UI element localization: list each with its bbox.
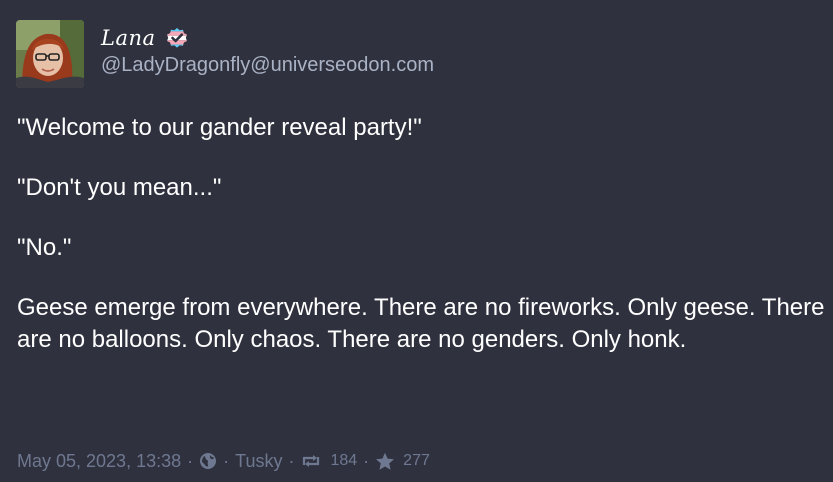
boost-count: 184	[330, 452, 358, 469]
trans-flag-verified-icon	[166, 27, 188, 49]
separator: ·	[363, 450, 370, 471]
favourite-count: 277	[403, 452, 430, 469]
post-header: Lana @LadyDragonfly@universeodon.com	[16, 20, 434, 90]
post-paragraph: Geese emerge from everywhere. There are …	[17, 294, 825, 353]
post-paragraph: "No."	[17, 234, 72, 261]
boost-icon[interactable]	[300, 453, 322, 469]
timestamp[interactable]: May 05, 2023, 13:38	[17, 451, 181, 472]
post-meta: May 05, 2023, 13:38 · · Tusky · 184 · 27…	[17, 448, 430, 474]
separator: ·	[187, 450, 194, 471]
avatar-image	[16, 20, 84, 88]
display-name[interactable]: Lana	[101, 26, 156, 50]
separator: ·	[288, 450, 295, 471]
author-names: Lana @LadyDragonfly@universeodon.com	[101, 20, 434, 77]
post-content: "Welcome to our gander reveal party!" "D…	[17, 112, 827, 356]
post-card: Lana @LadyDragonfly@universeodon.com "We…	[0, 0, 833, 482]
avatar[interactable]	[16, 20, 84, 88]
display-name-row: Lana	[101, 20, 434, 56]
globe-icon	[199, 452, 217, 470]
author-handle[interactable]: @LadyDragonfly@universeodon.com	[101, 54, 434, 77]
post-paragraph: "Welcome to our gander reveal party!"	[17, 114, 422, 141]
client-name[interactable]: Tusky	[235, 451, 282, 472]
post-paragraph: "Don't you mean..."	[17, 174, 222, 201]
separator: ·	[223, 450, 230, 471]
star-icon[interactable]	[375, 452, 395, 471]
